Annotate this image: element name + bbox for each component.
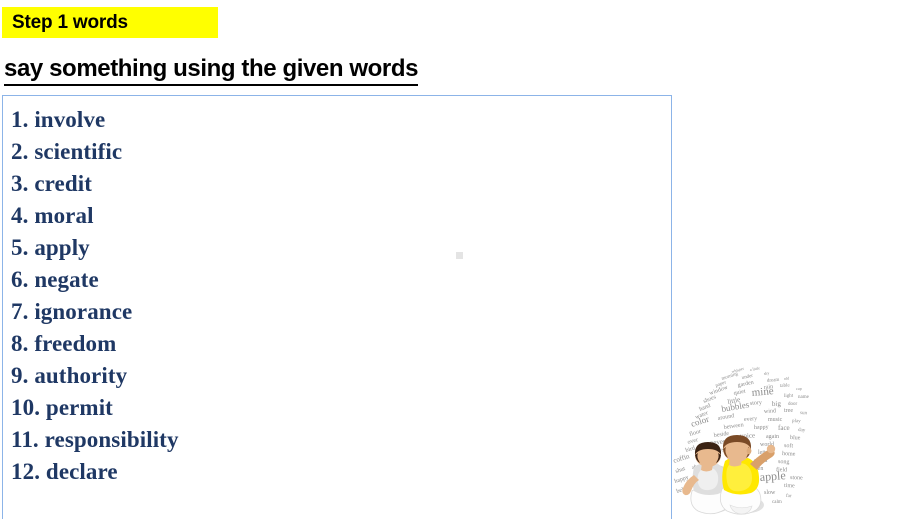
list-item-word: involve (34, 107, 106, 132)
list-item: 1. involve (11, 104, 671, 136)
svg-text:song: song (778, 459, 790, 466)
svg-text:mine: mine (751, 385, 774, 399)
svg-text:floor: floor (688, 428, 701, 438)
svg-text:home: home (782, 451, 796, 458)
step-banner: Step 1 words (2, 7, 218, 38)
step-banner-label: Step 1 words (12, 11, 128, 33)
list-item-number: 11. (11, 427, 39, 452)
list-item: 3. credit (11, 168, 671, 200)
svg-text:story: story (750, 400, 762, 407)
svg-text:apple: apple (759, 468, 786, 484)
svg-text:tree: tree (784, 408, 793, 414)
list-item: 7. ignorance (11, 296, 671, 328)
svg-text:face: face (778, 424, 790, 432)
list-item: 12. declare (11, 456, 671, 488)
list-item: 10. permit (11, 392, 671, 424)
list-item-word: ignorance (34, 299, 133, 324)
list-item-word: responsibility (44, 427, 179, 452)
list-item: 9. authority (11, 360, 671, 392)
list-item: 11. responsibility (11, 424, 671, 456)
list-item-number: 8. (11, 331, 29, 356)
svg-text:door: door (788, 402, 798, 407)
svg-text:over: over (687, 437, 699, 446)
svg-text:slow: slow (764, 490, 776, 496)
svg-text:name: name (798, 395, 810, 400)
svg-text:color: color (690, 414, 711, 429)
svg-text:cup: cup (796, 386, 802, 391)
word-list: 1. involve 2. scientific 3. credit 4. mo… (3, 96, 671, 488)
list-item-word: permit (45, 395, 113, 420)
svg-text:bubbles: bubbles (721, 399, 751, 414)
svg-text:dream: dream (767, 378, 780, 384)
list-item-word: scientific (34, 139, 123, 164)
svg-text:around: around (717, 413, 734, 422)
list-item-number: 1. (11, 107, 29, 132)
list-item-number: 4. (11, 203, 29, 228)
list-item-word: moral (34, 203, 94, 228)
list-item-number: 7. (11, 299, 29, 324)
svg-text:a little: a little (749, 365, 760, 372)
list-item: 8. freedom (11, 328, 671, 360)
svg-text:play: play (792, 419, 801, 424)
list-item-number: 2. (11, 139, 29, 164)
svg-text:table: table (780, 383, 791, 389)
list-item-word: authority (34, 363, 128, 388)
svg-text:time: time (784, 483, 795, 489)
svg-text:calm: calm (772, 500, 782, 505)
list-item: 6. negate (11, 264, 671, 296)
list-item-word: freedom (34, 331, 117, 356)
svg-text:big: big (772, 400, 782, 408)
list-item-number: 12. (11, 459, 41, 484)
list-item-word: declare (45, 459, 118, 484)
svg-text:every: every (744, 416, 758, 423)
svg-text:wind: wind (764, 408, 776, 415)
svg-text:music: music (768, 417, 783, 423)
svg-text:light: light (784, 394, 794, 399)
svg-text:stone: stone (790, 475, 803, 481)
svg-text:happy: happy (754, 424, 769, 431)
svg-text:again: again (766, 434, 779, 440)
svg-text:old: old (784, 376, 789, 381)
svg-text:day: day (798, 428, 806, 433)
svg-text:shut: shut (675, 466, 687, 475)
list-item-word: apply (34, 235, 90, 260)
svg-text:sky: sky (763, 370, 769, 376)
list-item: 5. apply (11, 232, 671, 264)
instruction-heading: say something using the given words (4, 55, 418, 86)
list-item-number: 6. (11, 267, 29, 292)
list-item-number: 10. (11, 395, 41, 420)
svg-text:soft: soft (784, 442, 794, 449)
svg-text:shoes: shoes (703, 394, 718, 405)
list-item-word: negate (34, 267, 99, 292)
list-item-number: 3. (11, 171, 29, 196)
svg-text:far: far (786, 494, 792, 499)
list-item-number: 5. (11, 235, 29, 260)
svg-text:sun: sun (800, 411, 808, 416)
svg-text:coffin: coffin (672, 452, 691, 465)
list-item: 4. moral (11, 200, 671, 232)
list-item-number: 9. (11, 363, 29, 388)
list-item: 2. scientific (11, 136, 671, 168)
grey-square-artifact (456, 252, 463, 259)
svg-text:between: between (723, 422, 744, 431)
word-list-box: 1. involve 2. scientific 3. credit 4. mo… (2, 95, 672, 519)
two-children-word-cloud-illustration: whisper a little sky morning under dream… (672, 363, 817, 518)
svg-text:blue: blue (790, 435, 801, 442)
list-item-word: credit (34, 171, 92, 196)
